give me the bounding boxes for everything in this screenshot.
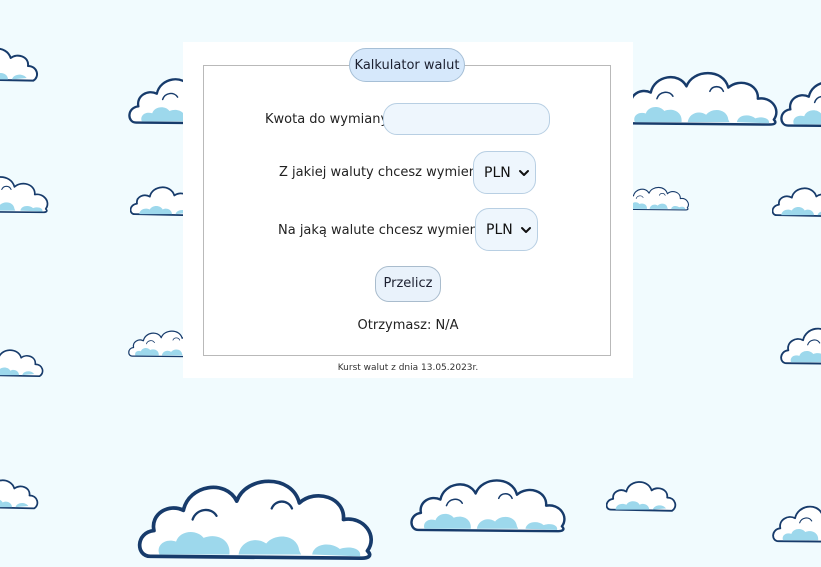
converter-card: Kalkulator walut Kwota do wymiany Z jaki… (183, 42, 633, 378)
cloud-icon (780, 323, 821, 366)
cloud-icon (772, 502, 821, 544)
cloud-icon (410, 478, 566, 533)
to-currency-value: PLN (486, 222, 513, 238)
exchange-rate-date-note: Kurst walut z dnia 13.05.2023r. (337, 363, 479, 373)
cloud-icon (772, 187, 821, 218)
from-currency-label: Z jakiej waluty chcesz wymienić (279, 165, 488, 180)
to-currency-select[interactable]: PLN (475, 208, 538, 251)
from-currency-select[interactable]: PLN (473, 151, 536, 194)
cloud-icon (0, 479, 39, 510)
to-currency-label: Na jaką walute chcesz wymienić (278, 223, 489, 238)
cloud-icon (606, 480, 677, 512)
result-text: Otrzymasz: N/A (357, 318, 459, 333)
cloud-icon (0, 47, 39, 82)
cloud-icon (137, 479, 374, 560)
amount-input[interactable] (383, 103, 550, 135)
from-currency-value: PLN (484, 165, 511, 181)
chevron-down-icon (521, 227, 531, 233)
form-legend: Kalkulator walut (349, 48, 465, 82)
cloud-icon (0, 175, 49, 214)
convert-button[interactable]: Przelicz (375, 266, 441, 302)
cloud-icon (780, 77, 821, 129)
cloud-icon (620, 71, 778, 127)
amount-label: Kwota do wymiany (265, 112, 389, 127)
chevron-down-icon (519, 170, 529, 176)
cloud-icon (0, 349, 44, 378)
